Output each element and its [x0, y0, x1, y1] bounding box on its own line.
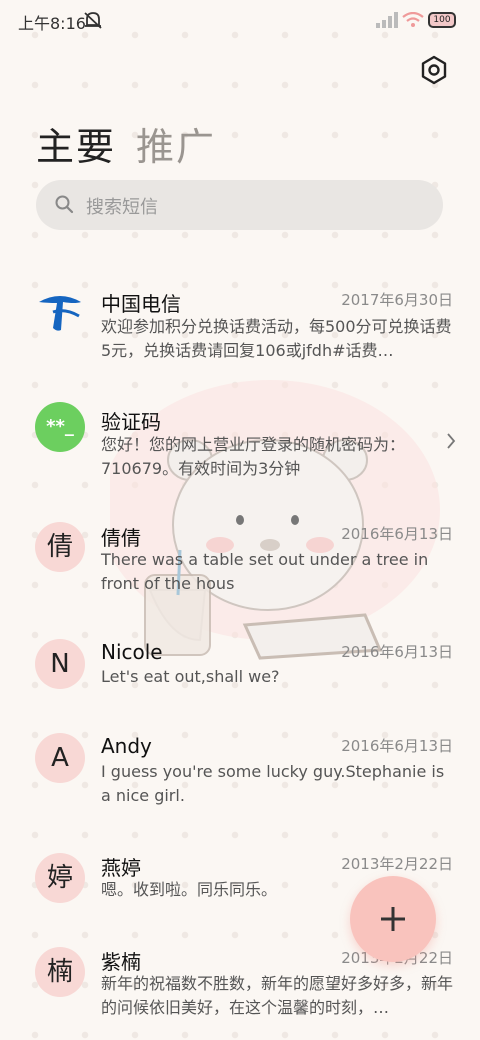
search-placeholder: 搜索短信 — [86, 197, 158, 218]
sender-name: Andy — [101, 734, 152, 758]
message-preview: Let's eat out,shall we? — [101, 667, 280, 686]
plus-icon — [381, 907, 405, 931]
china-telecom-logo-icon — [39, 296, 81, 331]
mute-bell-icon — [84, 12, 102, 29]
contact-avatar: 倩 — [35, 522, 85, 572]
status-bar: 上午8:16 100 — [0, 0, 480, 40]
sender-name: 中国电信 — [101, 292, 181, 316]
signal-icon — [376, 12, 398, 28]
conversation-row[interactable]: **_ 验证码 您好！您的网上营业厅登录的随机密码为：710679。有效时间为3… — [0, 398, 480, 488]
contact-avatar: 楠 — [35, 947, 85, 997]
message-date: 2016年6月13日 — [341, 525, 453, 543]
contact-avatar: A — [35, 733, 85, 783]
conversation-row[interactable]: N Nicole 2016年6月13日 Let's eat out,shall … — [0, 636, 480, 716]
message-preview: I guess you're some lucky guy.Stephanie … — [101, 762, 445, 805]
sender-name: 倩倩 — [101, 526, 141, 550]
sender-name: 燕婷 — [101, 856, 141, 880]
tab-promotions[interactable]: 推广 — [136, 125, 216, 169]
message-preview: 您好！您的网上营业厅登录的随机密码为：710679。有效时间为3分钟 — [101, 435, 406, 478]
message-preview: 欢迎参加积分兑换话费活动，每500分可兑换话费5元，兑换话费请回复106或jfd… — [101, 317, 452, 360]
search-icon — [55, 195, 74, 214]
message-date: 2016年6月13日 — [341, 737, 453, 755]
new-message-button[interactable] — [350, 876, 436, 962]
settings-gear-icon[interactable] — [418, 54, 450, 86]
contact-avatar: N — [35, 639, 85, 689]
message-date: 2016年6月13日 — [341, 643, 453, 661]
status-time: 上午8:16 — [18, 14, 86, 33]
sender-name: Nicole — [101, 640, 163, 664]
message-preview: 新年的祝福数不胜数，新年的愿望好多好多，新年的问候依旧美好，在这个温馨的时刻，… — [101, 974, 454, 1017]
sender-name: 紫楠 — [101, 950, 141, 974]
message-preview: There was a table set out under a tree i… — [101, 550, 429, 593]
conversation-row[interactable]: 倩 倩倩 2016年6月13日 There was a table set ou… — [0, 518, 480, 608]
wifi-icon — [402, 12, 424, 27]
search-input[interactable]: 搜索短信 — [36, 180, 443, 230]
tab-primary[interactable]: 主要 — [36, 125, 116, 169]
battery-icon: 100 — [428, 12, 456, 28]
contact-avatar: 婷 — [35, 853, 85, 903]
chevron-right-icon[interactable] — [446, 432, 456, 450]
sender-name: 验证码 — [101, 410, 161, 434]
tab-bar: 主要 推广 — [36, 116, 216, 171]
message-date: 2017年6月30日 — [341, 291, 453, 309]
verification-code-avatar: **_ — [35, 402, 85, 452]
conversation-row[interactable]: A Andy 2016年6月13日 I guess you're some lu… — [0, 730, 480, 820]
conversation-row[interactable]: 中国电信 2017年6月30日 欢迎参加积分兑换话费活动，每500分可兑换话费5… — [0, 280, 480, 380]
message-date: 2013年2月22日 — [341, 855, 453, 873]
